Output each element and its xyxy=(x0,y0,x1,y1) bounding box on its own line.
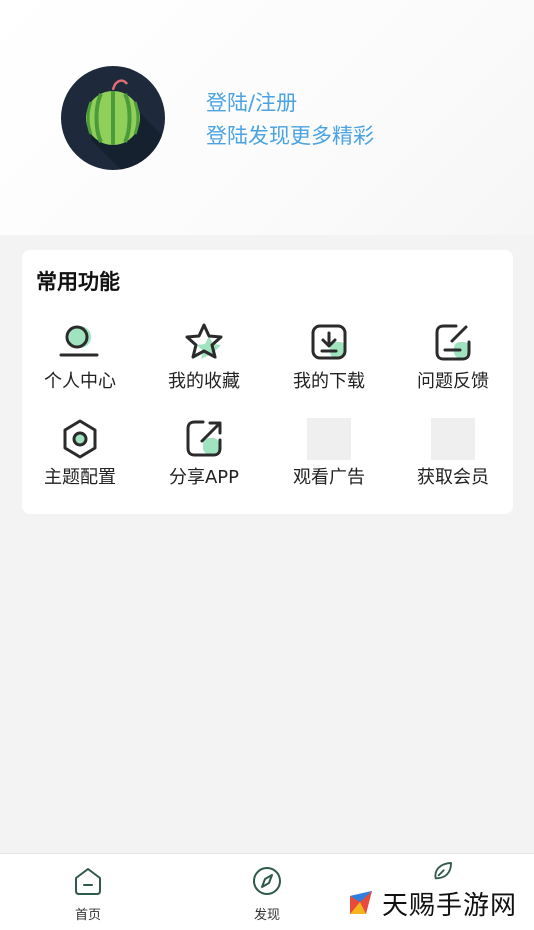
login-subtitle: 登陆发现更多精彩 xyxy=(206,124,374,148)
tab-discover[interactable]: 发现 xyxy=(207,854,327,930)
theme-config-button[interactable]: 主题配置 xyxy=(20,418,140,498)
leaf-icon xyxy=(434,862,452,880)
star-icon xyxy=(185,323,223,359)
share-app-button[interactable]: 分享APP xyxy=(144,418,264,498)
feedback-button[interactable]: 问题反馈 xyxy=(393,322,513,402)
image-placeholder-icon xyxy=(431,418,475,460)
item-label: 分享APP xyxy=(168,467,240,488)
tab-home[interactable]: 首页 xyxy=(28,854,148,930)
item-label: 个人中心 xyxy=(44,371,116,392)
item-label: 我的收藏 xyxy=(168,371,240,392)
home-icon xyxy=(75,868,101,895)
watermark-logo-icon xyxy=(350,891,372,914)
share-icon xyxy=(186,420,222,457)
hexagon-settings-icon xyxy=(63,419,97,459)
edit-icon xyxy=(435,324,471,361)
item-label: 观看广告 xyxy=(293,467,365,488)
download-icon xyxy=(311,324,347,360)
watch-ad-button[interactable]: 观看广告 xyxy=(269,418,389,498)
compass-icon xyxy=(253,867,281,895)
tab-label: 发现 xyxy=(253,908,280,923)
profile-header: 登陆/注册 登陆发现更多精彩 xyxy=(0,0,534,235)
tab-label: 首页 xyxy=(74,908,101,923)
item-label: 获取会员 xyxy=(417,467,489,488)
image-placeholder-icon xyxy=(307,418,351,460)
my-favorites-button[interactable]: 我的收藏 xyxy=(144,322,264,402)
my-downloads-button[interactable]: 我的下载 xyxy=(269,322,389,402)
user-icon xyxy=(59,325,99,357)
personal-center-button[interactable]: 个人中心 xyxy=(20,322,140,402)
watermark: 天赐手游网 xyxy=(346,885,517,921)
item-label: 问题反馈 xyxy=(417,371,489,392)
section-title: 常用功能 xyxy=(36,270,120,294)
common-functions-card: 常用功能 个人中心 我的收藏 我的下载 问题反馈 主题配置 分享APP 观看广告… xyxy=(22,250,513,514)
login-register-link[interactable]: 登陆/注册 xyxy=(206,88,297,118)
avatar[interactable] xyxy=(61,66,165,170)
item-label: 主题配置 xyxy=(44,467,116,488)
watermark-text: 天赐手游网 xyxy=(382,890,518,921)
item-label: 我的下载 xyxy=(293,371,365,392)
get-vip-button[interactable]: 获取会员 xyxy=(393,418,513,498)
watermelon-icon xyxy=(86,79,165,170)
